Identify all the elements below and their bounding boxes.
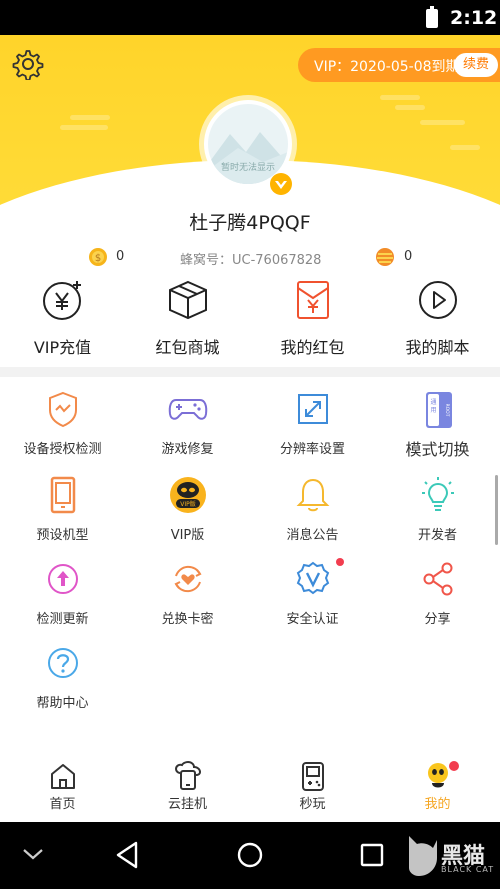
clock: 2:12 — [450, 7, 498, 29]
watermark: 黑猫 BLACK CAT — [405, 832, 500, 882]
grid-item-label: 预设机型 — [36, 528, 89, 543]
vip-badge-text: VIP版 — [180, 500, 196, 508]
renew-button[interactable]: 续费 — [454, 53, 498, 77]
tab-mine[interactable]: 我的 — [375, 755, 500, 821]
grid-item-label: 分享 — [424, 612, 451, 627]
bell-icon — [296, 478, 329, 512]
coins-row: $ 0 蜂窝号：UC-76067828 0 — [0, 245, 500, 269]
tab-instant-play[interactable]: 秒玩 — [250, 755, 375, 821]
avatar-placeholder: 暂时无法显示 — [208, 104, 288, 184]
home-circle-icon[interactable] — [237, 842, 263, 868]
gold-coin-count: 0 — [116, 249, 125, 264]
quick-actions: VIP充值 红包商城 我的红包 我的脚本 — [0, 278, 500, 566]
security-verification-button[interactable]: 安全认证 — [250, 560, 375, 640]
vip-crown-badge-icon — [270, 173, 292, 195]
recents-icon[interactable] — [360, 843, 384, 867]
grid-item-label: 分辨率设置 — [279, 442, 345, 457]
grid-item-label: 安全认证 — [286, 612, 339, 627]
bottom-tab-bar: 首页 云挂机 秒玩 我的 — [0, 755, 500, 821]
cloud-phone-icon — [174, 761, 201, 790]
grid-item-label: 检测更新 — [36, 612, 89, 627]
gamepad-icon — [168, 399, 207, 420]
section-divider — [0, 367, 500, 377]
developer-button[interactable]: 开发者 — [375, 476, 500, 556]
grid-item-label: 帮助中心 — [36, 696, 89, 711]
watermark-subtext: BLACK CAT — [441, 865, 495, 874]
share-button[interactable]: 分享 — [375, 560, 500, 640]
exchange-heart-icon — [173, 565, 202, 593]
quick-action-label: VIP充值 — [33, 338, 92, 357]
announcements-button[interactable]: 消息公告 — [250, 476, 375, 556]
user-id: 蜂窝号：UC-76067828 — [180, 253, 322, 268]
battery-icon — [426, 6, 438, 28]
quick-action-label: 红包商城 — [155, 338, 220, 357]
play-circle-icon — [418, 281, 457, 319]
honey-coin-count: 0 — [404, 249, 413, 264]
quick-action-label: 我的脚本 — [405, 338, 470, 357]
update-icon — [47, 564, 78, 594]
username: 杜子腾4PQQF — [189, 212, 311, 234]
phone-icon — [50, 476, 75, 514]
help-icon — [47, 648, 78, 678]
grid-item-label: 设备授权检测 — [23, 442, 102, 457]
honey-coin-icon — [376, 248, 394, 266]
chevron-down-icon[interactable] — [23, 849, 43, 860]
mode-general-char-2: 用 — [430, 407, 436, 414]
resize-icon — [297, 394, 328, 424]
red-envelope-icon — [296, 281, 329, 319]
grid-item-label: 游戏修复 — [161, 442, 214, 457]
vip-recharge-button[interactable]: VIP充值 — [0, 278, 125, 362]
device-auth-check-button[interactable]: 设备授权检测 — [0, 390, 125, 470]
resolution-settings-button[interactable]: 分辨率设置 — [250, 390, 375, 470]
vip-version-button[interactable]: VIP版 VIP版 — [125, 476, 250, 556]
my-red-packet-button[interactable]: 我的红包 — [250, 278, 375, 362]
grid-item-label: 兑换卡密 — [161, 612, 214, 627]
verified-icon — [296, 561, 329, 595]
mode-switch-button[interactable]: 通 用 ROOT 模式切换 — [375, 390, 500, 470]
home-icon — [50, 764, 75, 789]
check-update-button[interactable]: 检测更新 — [0, 560, 125, 640]
share-icon — [423, 562, 452, 596]
svg-text:$: $ — [95, 253, 101, 264]
redeem-card-button[interactable]: 兑换卡密 — [125, 560, 250, 640]
settings-gear-icon[interactable] — [12, 48, 44, 80]
gameboy-icon — [301, 762, 324, 791]
tab-label: 秒玩 — [299, 797, 326, 812]
quick-action-label: 我的红包 — [280, 338, 345, 357]
mode-general-char-1: 通 — [430, 398, 436, 406]
game-repair-button[interactable]: 游戏修复 — [125, 390, 250, 470]
vip-expiry-text: VIP：2020-05-08到期 — [314, 59, 460, 75]
cat-logo-icon — [409, 836, 437, 876]
vip-bee-icon: VIP版 — [169, 477, 206, 513]
preset-model-button[interactable]: 预设机型 — [0, 476, 125, 556]
vip-expiry-bar[interactable]: VIP：2020-05-08到期 续费 — [298, 48, 500, 82]
yen-plus-icon — [42, 281, 81, 320]
avatar-placeholder-text: 暂时无法显示 — [220, 163, 275, 173]
tab-label: 首页 — [49, 797, 76, 812]
help-center-button[interactable]: 帮助中心 — [0, 644, 125, 724]
scrollbar[interactable] — [495, 475, 498, 545]
mode-switch-icon: 通 用 ROOT — [425, 392, 452, 428]
shield-icon — [48, 391, 77, 428]
my-script-button[interactable]: 我的脚本 — [375, 278, 500, 362]
tab-cloud-hosting[interactable]: 云挂机 — [125, 755, 250, 821]
grid-item-label: 消息公告 — [286, 528, 339, 543]
status-bar: 2:12 — [0, 0, 500, 35]
back-icon[interactable] — [116, 841, 138, 869]
grid-item-label: 模式切换 — [405, 440, 470, 459]
gold-coin-icon: $ — [89, 248, 107, 266]
red-packet-mall-button[interactable]: 红包商城 — [125, 278, 250, 362]
box-icon — [168, 280, 207, 320]
mode-root-text: ROOT — [444, 404, 450, 417]
bulb-icon — [421, 477, 454, 511]
tab-label: 我的 — [424, 797, 451, 812]
tab-label: 云挂机 — [167, 797, 207, 812]
grid-item-label: 开发者 — [417, 528, 457, 543]
bee-face-icon — [427, 763, 448, 788]
grid-item-label: VIP版 — [170, 528, 205, 543]
tab-home[interactable]: 首页 — [0, 755, 125, 821]
mine-tab-badge — [449, 761, 459, 771]
